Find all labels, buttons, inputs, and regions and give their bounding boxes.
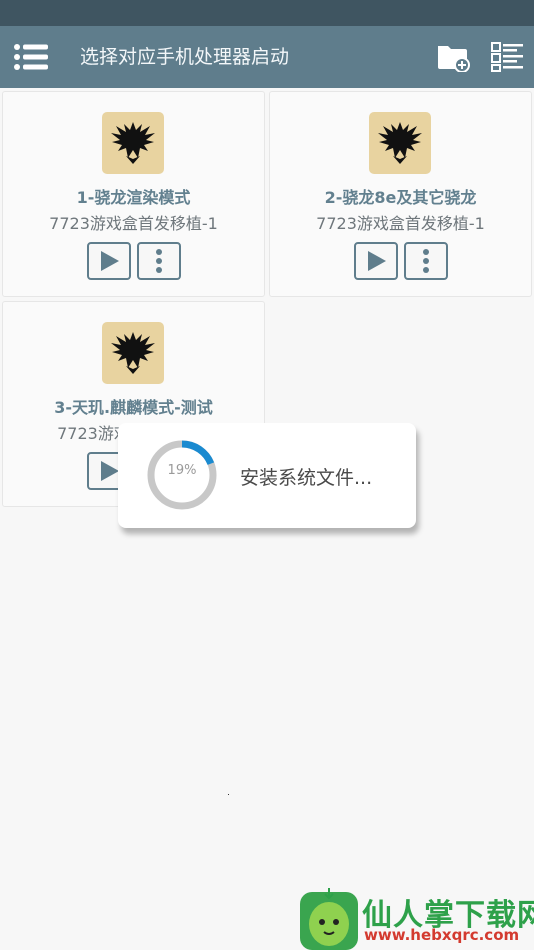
play-button[interactable] [354, 242, 398, 280]
card-title: 3-天玑.麒麟模式-测试 [54, 398, 213, 417]
play-icon [368, 251, 386, 271]
more-options-button[interactable] [137, 242, 181, 280]
hamburger-menu-icon[interactable] [14, 44, 48, 70]
eagle-emblem-icon [369, 112, 431, 174]
watermark-url: www.hebxqrc.com [364, 926, 520, 944]
processor-card-2[interactable]: 2-骁龙8e及其它骁龙 7723游戏盒首发移植-1 [269, 91, 532, 297]
cactus-logo-icon [300, 888, 358, 950]
page-title: 选择对应手机处理器启动 [80, 46, 290, 68]
eagle-emblem-icon [102, 112, 164, 174]
list-settings-icon[interactable] [490, 40, 524, 74]
folder-add-icon[interactable] [436, 42, 470, 73]
card-subtitle: 7723游戏盒首发移植-1 [49, 214, 218, 233]
processor-card-1[interactable]: 1-骁龙渲染模式 7723游戏盒首发移植-1 [2, 91, 265, 297]
more-vertical-icon [423, 249, 429, 273]
card-title: 1-骁龙渲染模式 [76, 188, 191, 207]
progress-percent: 19% [167, 463, 197, 478]
eagle-emblem-icon [102, 322, 164, 384]
app-bar: 选择对应手机处理器启动 [0, 26, 534, 88]
progress-dialog: 19% 安装系统文件... [118, 423, 416, 528]
stray-dot [228, 794, 229, 795]
card-subtitle: 7723游戏盒首发移植-1 [316, 214, 485, 233]
status-bar [0, 0, 534, 26]
play-icon [101, 251, 119, 271]
watermark: 仙人掌下载网 www.hebxqrc.com [298, 886, 534, 950]
more-options-button[interactable] [404, 242, 448, 280]
card-title: 2-骁龙8e及其它骁龙 [324, 188, 477, 207]
more-vertical-icon [156, 249, 162, 273]
dialog-message: 安装系统文件... [240, 467, 373, 489]
play-button[interactable] [87, 242, 131, 280]
